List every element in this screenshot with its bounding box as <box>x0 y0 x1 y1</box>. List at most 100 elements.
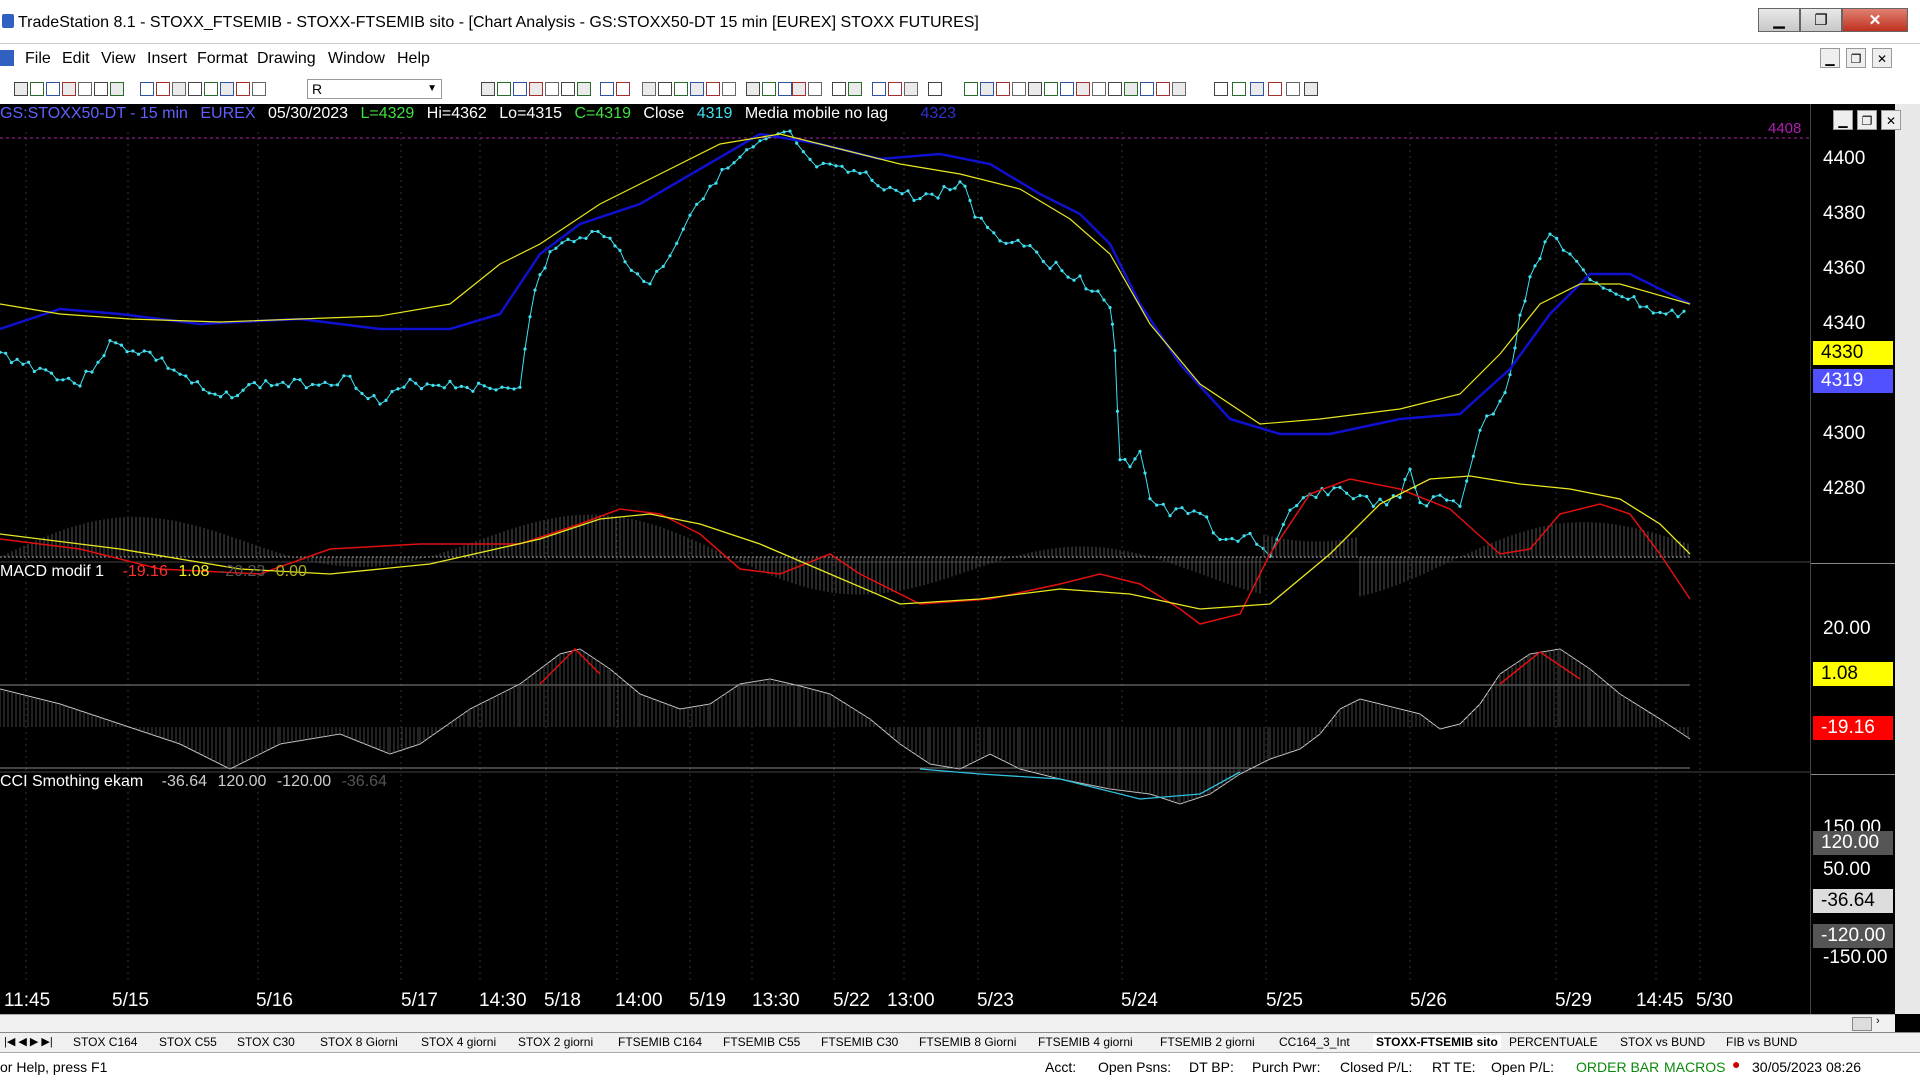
toolbar-tool-icon[interactable] <box>980 82 994 96</box>
toolbar-tool-icon[interactable] <box>1250 82 1264 96</box>
toolbar-tool-icon[interactable] <box>888 82 902 96</box>
price-axis[interactable]: 4400 4380 4360 4340 4330 4319 4300 4280 … <box>1810 104 1896 1014</box>
toolbar-tool-icon[interactable] <box>778 82 792 96</box>
toolbar-tool-icon[interactable] <box>1286 82 1300 96</box>
chart-restore-button[interactable]: ❐ <box>1857 110 1877 130</box>
tab-ftsemib-c55[interactable]: FTSEMIB C55 <box>723 1035 800 1049</box>
toolbar-tool-icon[interactable] <box>529 82 543 96</box>
tab-ftsemib-c30[interactable]: FTSEMIB C30 <box>821 1035 898 1049</box>
tab-stox-c55[interactable]: STOX C55 <box>159 1035 217 1049</box>
toolbar-tool-icon[interactable] <box>236 82 250 96</box>
toolbar-tool-icon[interactable] <box>481 82 495 96</box>
toolbar-tool-icon[interactable] <box>872 82 886 96</box>
horizontal-scrollbar[interactable]: › <box>0 1014 1895 1033</box>
tab-fib-vs-bund[interactable]: FIB vs BUND <box>1726 1035 1797 1049</box>
toolbar-tool-icon[interactable] <box>1172 82 1186 96</box>
tab-stox-8-giorni[interactable]: STOX 8 Giorni <box>320 1035 398 1049</box>
macros-button[interactable]: MACROS <box>1664 1059 1725 1075</box>
tab-cc164-3-int[interactable]: CC164_3_Int <box>1279 1035 1350 1049</box>
tab-ftsemib-c164[interactable]: FTSEMIB C164 <box>618 1035 702 1049</box>
toolbar-tool-icon[interactable] <box>996 82 1010 96</box>
toolbar-tool-icon[interactable] <box>706 82 720 96</box>
toolbar-tool-icon[interactable] <box>832 82 846 96</box>
toolbar-tool-icon[interactable] <box>172 82 186 96</box>
tab-ftsemib-4-giorni[interactable]: FTSEMIB 4 giorni <box>1038 1035 1133 1049</box>
toolbar-tool-icon[interactable] <box>1268 82 1282 96</box>
chart-minimize-button[interactable]: ▁ <box>1833 110 1853 130</box>
restore-button[interactable]: ❐ <box>1800 8 1842 32</box>
tab-ftsemib-2-giorni[interactable]: FTSEMIB 2 giorni <box>1160 1035 1255 1049</box>
toolbar-tool-icon[interactable] <box>658 82 672 96</box>
toolbar-tool-icon[interactable] <box>110 82 124 96</box>
toolbar-tool-icon[interactable] <box>848 82 862 96</box>
toolbar-tool-icon[interactable] <box>722 82 736 96</box>
toolbar-tool-icon[interactable] <box>746 82 760 96</box>
toolbar-tool-icon[interactable] <box>188 82 202 96</box>
toolbar-tool-icon[interactable] <box>94 82 108 96</box>
toolbar-tool-icon[interactable] <box>690 82 704 96</box>
toolbar-tool-icon[interactable] <box>1044 82 1058 96</box>
tab-stox-c30[interactable]: STOX C30 <box>237 1035 295 1049</box>
toolbar-tool-icon[interactable] <box>1304 82 1318 96</box>
menu-edit[interactable]: Edit <box>62 50 90 68</box>
toolbar-tool-icon[interactable] <box>1060 82 1074 96</box>
toolbar-tool-icon[interactable] <box>1092 82 1106 96</box>
toolbar-tool-icon[interactable] <box>762 82 776 96</box>
chevron-right-icon[interactable]: › <box>1876 1015 1880 1027</box>
toolbar-tool-icon[interactable] <box>78 82 92 96</box>
toolbar-tool-icon[interactable] <box>904 82 918 96</box>
tab-nav-icons[interactable]: |◀ ◀ ▶ ▶| <box>4 1035 53 1048</box>
toolbar-tool-icon[interactable] <box>1232 82 1246 96</box>
minimize-button[interactable]: ▁ <box>1758 8 1800 32</box>
tab-stoxx-ftsemib-sito[interactable]: STOXX-FTSEMIB sito <box>1373 1035 1501 1049</box>
tab-stox-vs-bund[interactable]: STOX vs BUND <box>1620 1035 1705 1049</box>
toolbar-tool-icon[interactable] <box>513 82 527 96</box>
menu-window[interactable]: Window <box>328 50 385 68</box>
toolbar-tool-icon[interactable] <box>140 82 154 96</box>
toolbar-tool-icon[interactable] <box>62 82 76 96</box>
toolbar-tool-icon[interactable] <box>1028 82 1042 96</box>
toolbar-tool-icon[interactable] <box>600 82 614 96</box>
tab-stox-c164[interactable]: STOX C164 <box>73 1035 137 1049</box>
toolbar-tool-icon[interactable] <box>561 82 575 96</box>
toolbar-tool-icon[interactable] <box>674 82 688 96</box>
toolbar-tool-icon[interactable] <box>577 82 591 96</box>
menu-file[interactable]: File <box>25 50 51 68</box>
toolbar-tool-icon[interactable] <box>616 82 630 96</box>
tab-ftsemib-8-giorni[interactable]: FTSEMIB 8 Giorni <box>919 1035 1016 1049</box>
scroll-thumb[interactable] <box>1852 1017 1872 1031</box>
toolbar-tool-icon[interactable] <box>1124 82 1138 96</box>
toolbar-tool-icon[interactable] <box>964 82 978 96</box>
toolbar-tool-icon[interactable] <box>220 82 234 96</box>
toolbar-tool-icon[interactable] <box>14 82 28 96</box>
toolbar-tool-icon[interactable] <box>792 82 806 96</box>
menu-insert[interactable]: Insert <box>147 50 187 68</box>
toolbar-tool-icon[interactable] <box>156 82 170 96</box>
toolbar-tool-icon[interactable] <box>1108 82 1122 96</box>
toolbar-tool-icon[interactable] <box>545 82 559 96</box>
toolbar-tool-icon[interactable] <box>1140 82 1154 96</box>
toolbar-tool-icon[interactable] <box>204 82 218 96</box>
tab-percentuale[interactable]: PERCENTUALE <box>1509 1035 1598 1049</box>
order-bar-button[interactable]: ORDER BAR <box>1576 1059 1659 1075</box>
mdi-restore-button[interactable]: ❐ <box>1846 48 1866 68</box>
close-button[interactable]: ✕ <box>1842 8 1908 32</box>
toolbar-tool-icon[interactable] <box>1214 82 1228 96</box>
menu-view[interactable]: View <box>101 50 135 68</box>
toolbar-tool-icon[interactable] <box>928 82 942 96</box>
toolbar-tool-icon[interactable] <box>1076 82 1090 96</box>
symbol-combo[interactable]: R ▼ <box>307 79 442 99</box>
menu-help[interactable]: Help <box>397 50 430 68</box>
tab-stox-4-giorni[interactable]: STOX 4 giorni <box>421 1035 496 1049</box>
mdi-close-button[interactable]: ✕ <box>1872 48 1892 68</box>
toolbar-tool-icon[interactable] <box>642 82 656 96</box>
toolbar-tool-icon[interactable] <box>808 82 822 96</box>
chart-area[interactable] <box>0 104 1810 1014</box>
toolbar-tool-icon[interactable] <box>1012 82 1026 96</box>
menu-format[interactable]: Format <box>197 50 248 68</box>
menu-drawing[interactable]: Drawing <box>257 50 316 68</box>
toolbar-tool-icon[interactable] <box>497 82 511 96</box>
toolbar-tool-icon[interactable] <box>1156 82 1170 96</box>
toolbar-tool-icon[interactable] <box>30 82 44 96</box>
mdi-minimize-button[interactable]: ▁ <box>1820 48 1840 68</box>
